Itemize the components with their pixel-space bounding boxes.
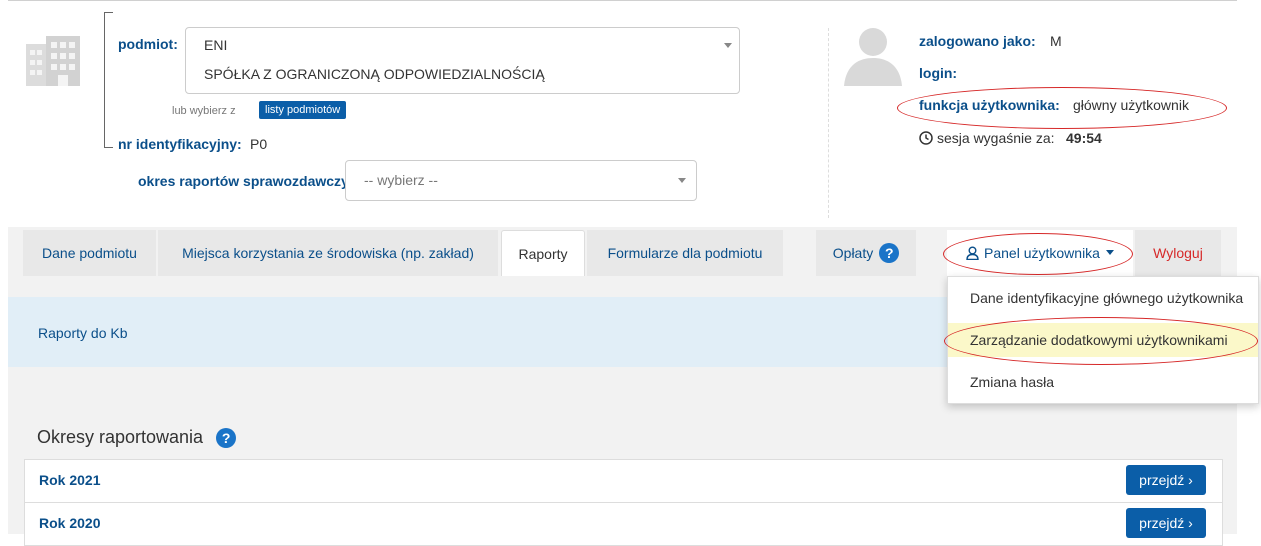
caret-down-icon <box>1105 250 1114 255</box>
user-panel-menu: Dane identyfikacyjne głównego użytkownik… <box>947 276 1259 404</box>
building-icon <box>26 36 80 86</box>
user-panel-dropdown[interactable]: Panel użytkownika <box>947 230 1133 276</box>
help-icon[interactable]: ? <box>216 428 237 448</box>
menu-item-label: Zmiana hasła <box>970 374 1055 390</box>
tab-label: Opłaty <box>832 245 874 261</box>
entity-name-line2: SPÓŁKA Z OGRANICZONĄ ODPOWIEDZIALNOŚCIĄ <box>204 66 545 82</box>
period-year: Rok 2021 <box>39 472 101 488</box>
menu-item-label: Zarządzanie dodatkowymi użytkownikami <box>970 332 1228 348</box>
tree-connector <box>104 12 115 148</box>
user-function-value: główny użytkownik <box>1073 97 1189 113</box>
tab-fees[interactable]: Opłaty? <box>816 230 916 276</box>
tab-label: Dane podmiotu <box>42 245 137 261</box>
id-label: nr identyfikacyjny: <box>118 136 242 152</box>
logged-as-label: zalogowano jako: <box>919 33 1036 49</box>
period-label: okres raportów sprawozdawczych: <box>138 173 370 189</box>
user-function-label: funkcja użytkownika: <box>919 97 1060 113</box>
logout-link[interactable]: Wyloguj <box>1135 230 1221 276</box>
user-icon <box>966 246 979 260</box>
list-item: Rok 2020 przejdź › <box>24 502 1223 546</box>
period-year: Rok 2020 <box>39 515 101 531</box>
menu-item-manage-users[interactable]: Zarządzanie dodatkowymi użytkownikami <box>948 323 1258 357</box>
avatar-icon <box>844 28 902 86</box>
tab-forms[interactable]: Formularze dla podmiotu <box>587 230 783 276</box>
clock-icon <box>919 131 933 145</box>
help-icon[interactable]: ? <box>879 243 900 263</box>
login-label: login: <box>919 65 958 81</box>
tab-environment-sites[interactable]: Miejsca korzystania ze środowiska (np. z… <box>158 230 498 276</box>
chevron-down-icon <box>724 43 732 48</box>
menu-item-change-password[interactable]: Zmiana hasła <box>948 365 1258 399</box>
entity-list-button[interactable]: listy podmiotów <box>259 101 347 119</box>
tab-label: Miejsca korzystania ze środowiska (np. z… <box>182 245 474 261</box>
go-button[interactable]: przejdź › <box>1126 508 1206 538</box>
go-button[interactable]: przejdź › <box>1126 465 1206 495</box>
period-select[interactable]: -- wybierz -- <box>345 160 697 201</box>
period-placeholder: -- wybierz -- <box>364 172 438 188</box>
logged-as-value: M <box>1050 33 1062 49</box>
tab-reports[interactable]: Raporty <box>501 230 585 276</box>
tab-label: Panel użytkownika <box>984 244 1100 261</box>
header-divider <box>828 28 829 218</box>
list-item: Rok 2021 przejdź › <box>24 459 1223 503</box>
chevron-down-icon <box>678 178 686 183</box>
id-value: P0 <box>250 136 268 152</box>
periods-title-text: Okresy raportowania <box>37 427 204 447</box>
menu-item-identity-data[interactable]: Dane identyfikacyjne głównego użytkownik… <box>948 281 1258 315</box>
menu-item-label: Dane identyfikacyjne głównego użytkownik… <box>970 290 1244 306</box>
tab-label: Raporty <box>518 245 568 262</box>
entity-name-line1: ENI <box>204 37 228 53</box>
or-choose-text: lub wybierz z <box>172 105 236 117</box>
entity-label: podmiot: <box>118 36 178 52</box>
tab-label: Formularze dla podmiotu <box>607 245 763 261</box>
tab-entity-data[interactable]: Dane podmiotu <box>23 230 156 276</box>
entity-select[interactable]: ENI SPÓŁKA Z OGRANICZONĄ ODPOWIEDZIALNOŚ… <box>185 27 740 94</box>
session-text: sesja wygaśnie za: <box>937 130 1055 146</box>
session-time: 49:54 <box>1066 130 1102 146</box>
tab-label: Wyloguj <box>1153 245 1203 261</box>
periods-title: Okresy raportowania ? <box>37 427 237 448</box>
reports-kb-link[interactable]: Raporty do Kb <box>38 325 128 341</box>
